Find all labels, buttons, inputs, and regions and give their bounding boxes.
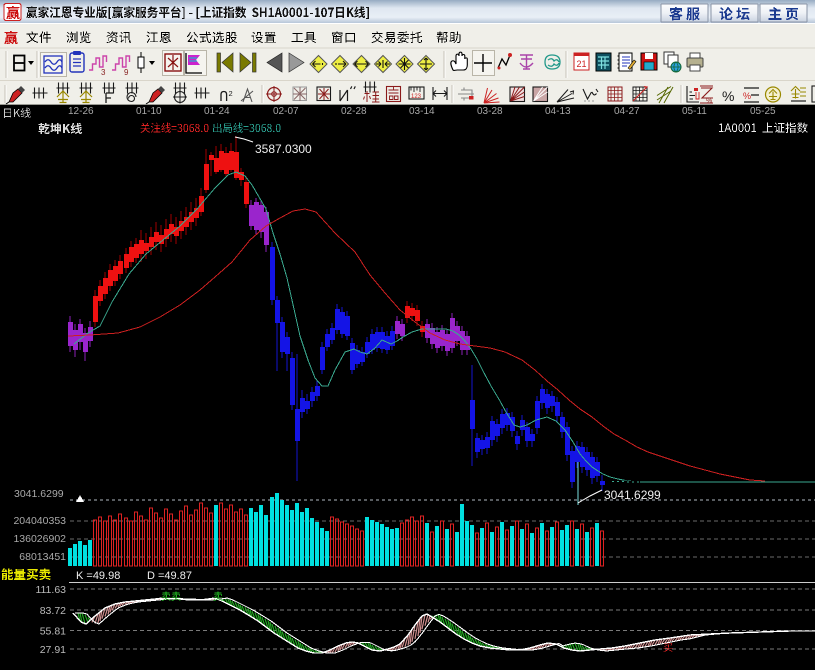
svg-text:%: % [706, 98, 712, 105]
svg-text:111.63: 111.63 [35, 584, 66, 596]
svg-text:04-13: 04-13 [545, 106, 571, 117]
svg-text:02-28: 02-28 [341, 106, 367, 117]
svg-text:%: % [743, 91, 751, 101]
svg-text:12-26: 12-26 [68, 106, 94, 117]
svg-text:3: 3 [101, 68, 106, 77]
svg-text:204040353: 204040353 [13, 515, 66, 527]
svg-text:01-10: 01-10 [136, 106, 162, 117]
svg-text:83.72: 83.72 [40, 605, 66, 617]
svg-text:27.91: 27.91 [40, 644, 66, 656]
svg-text:03-28: 03-28 [477, 106, 503, 117]
svg-text:68013451: 68013451 [19, 551, 66, 563]
svg-text:55.81: 55.81 [40, 626, 66, 638]
svg-text:136026902: 136026902 [13, 533, 66, 545]
svg-text:03-14: 03-14 [409, 106, 435, 117]
svg-text:3041.6299: 3041.6299 [14, 488, 64, 500]
svg-text:3587.0300: 3587.0300 [255, 142, 312, 156]
svg-text:21: 21 [577, 59, 587, 69]
svg-text:05-25: 05-25 [750, 106, 776, 117]
svg-text:04-27: 04-27 [614, 106, 640, 117]
svg-text:02-07: 02-07 [273, 106, 299, 117]
svg-text:%: % [722, 88, 734, 104]
svg-text:9: 9 [124, 68, 129, 77]
svg-text:05-11: 05-11 [682, 106, 707, 117]
svg-text:2: 2 [229, 89, 233, 98]
svg-text:01-24: 01-24 [204, 106, 230, 117]
svg-text:K =49.98: K =49.98 [76, 570, 120, 582]
svg-text:D =49.87: D =49.87 [147, 570, 192, 582]
svg-text:123: 123 [411, 94, 422, 100]
